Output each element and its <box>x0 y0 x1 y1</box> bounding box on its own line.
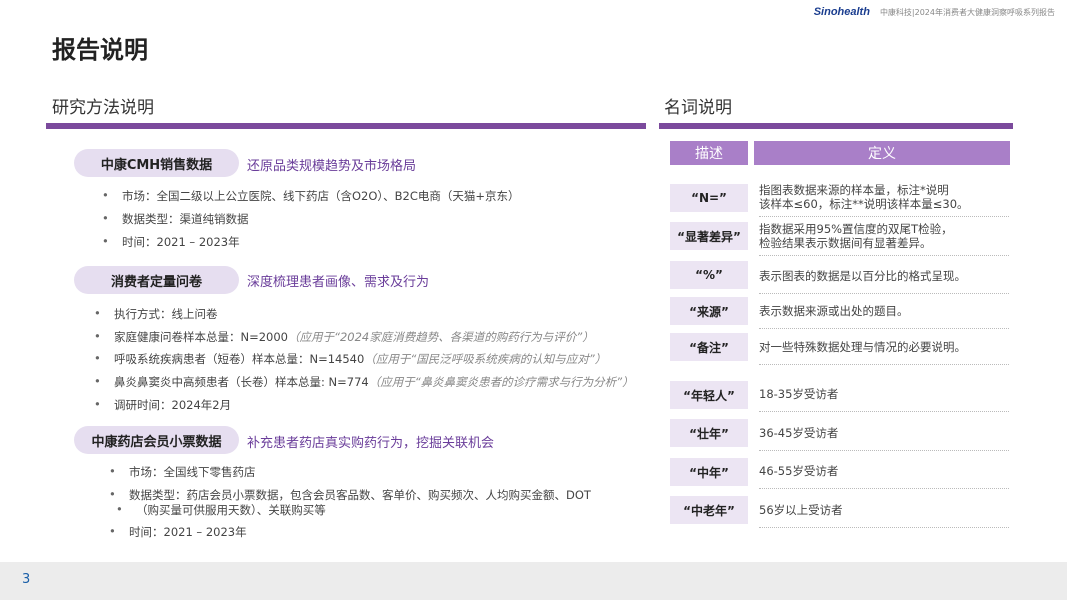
glossary-definition: 对一些特殊数据处理与情况的必要说明。 <box>759 333 1009 365</box>
glossary-term: “中年” <box>670 458 748 486</box>
page-number: 3 <box>22 572 31 587</box>
glossary-term: “来源” <box>670 297 748 325</box>
report-header: Sinohealth 中康科技|2024年消费者大健康洞察呼吸系列报告 <box>814 6 1055 18</box>
source-pill: 中康CMH销售数据 <box>74 149 239 177</box>
glossary-definition: 表示图表的数据是以百分比的格式呈现。 <box>759 262 1009 294</box>
list-item: 时间：2021 – 2023年 <box>109 524 247 540</box>
list-item: 鼻炎鼻窦炎中高频患者（长卷）样本总量: N=774（应用于“鼻炎鼻窦炎患者的诊疗… <box>94 374 634 390</box>
glossary-definition: 56岁以上受访者 <box>759 496 1009 528</box>
footer-bar <box>0 562 1067 600</box>
list-item: 数据类型：药店会员小票数据，包含会员客品数、客单价、购买频次、人均购买金额、DO… <box>109 487 591 503</box>
page-title: 报告说明 <box>52 36 148 64</box>
glossary-term: “中老年” <box>670 496 748 524</box>
source-desc: 补充患者药店真实购药行为，挖掘关联机会 <box>247 436 495 451</box>
source-desc: 还原品类规模趋势及市场格局 <box>247 159 417 174</box>
list-item: 时间：2021 – 2023年 <box>102 234 240 250</box>
glossary-term: “%” <box>670 261 748 289</box>
glossary-term: “壮年” <box>670 419 748 447</box>
source-pill: 中康药店会员小票数据 <box>74 426 239 454</box>
methodology-heading: 研究方法说明 <box>52 98 154 118</box>
report-subtitle: 中康科技|2024年消费者大健康洞察呼吸系列报告 <box>879 7 1055 17</box>
list-item: 家庭健康问卷样本总量：N=2000（应用于“2024家庭消费趋势、各渠道的购药行… <box>94 329 594 345</box>
glossary-heading: 名词说明 <box>664 98 732 118</box>
list-item: 执行方式：线上问卷 <box>94 306 217 322</box>
source-desc: 深度梳理患者画像、需求及行为 <box>247 275 430 290</box>
sinohealth-logo: Sinohealth <box>813 6 870 18</box>
column-header-definition: 定义 <box>754 141 1010 165</box>
list-item-continuation: （购买量可供服用天数）、关联购买等 <box>116 502 326 518</box>
glossary-term: “年轻人” <box>670 381 748 409</box>
glossary-term: “备注” <box>670 333 748 361</box>
source-pill: 消费者定量问卷 <box>74 266 239 294</box>
column-header-term: 描述 <box>670 141 748 165</box>
list-item: 数据类型：渠道纯销数据 <box>102 211 248 227</box>
section-divider <box>659 123 1013 129</box>
list-item: 呼吸系统疾病患者（短卷）样本总量：N=14540（应用于“国民泛呼吸系统疾病的认… <box>94 351 606 367</box>
list-item: 市场：全国线下零售药店 <box>109 464 255 480</box>
list-item: 调研时间：2024年2月 <box>94 397 231 413</box>
glossary-definition: 46-55岁受访者 <box>759 457 1009 489</box>
glossary-definition: 36-45岁受访者 <box>759 419 1009 451</box>
section-divider <box>46 123 646 129</box>
list-item: 市场：全国二级以上公立医院、线下药店（含O2O）、B2C电商（天猫+京东） <box>102 188 520 204</box>
glossary-definition: 表示数据来源或出处的题目。 <box>759 297 1009 329</box>
glossary-definition: 指图表数据来源的样本量，标注*说明 该样本≤60，标注**说明该样本量≤30。 <box>759 183 1009 217</box>
glossary-definition: 18-35岁受访者 <box>759 380 1009 412</box>
glossary-term: “N=” <box>670 184 748 212</box>
glossary-definition: 指数据采用95%置信度的双尾T检验， 检验结果表示数据间有显著差异。 <box>759 222 1009 256</box>
glossary-term: “显著差异” <box>670 222 748 250</box>
